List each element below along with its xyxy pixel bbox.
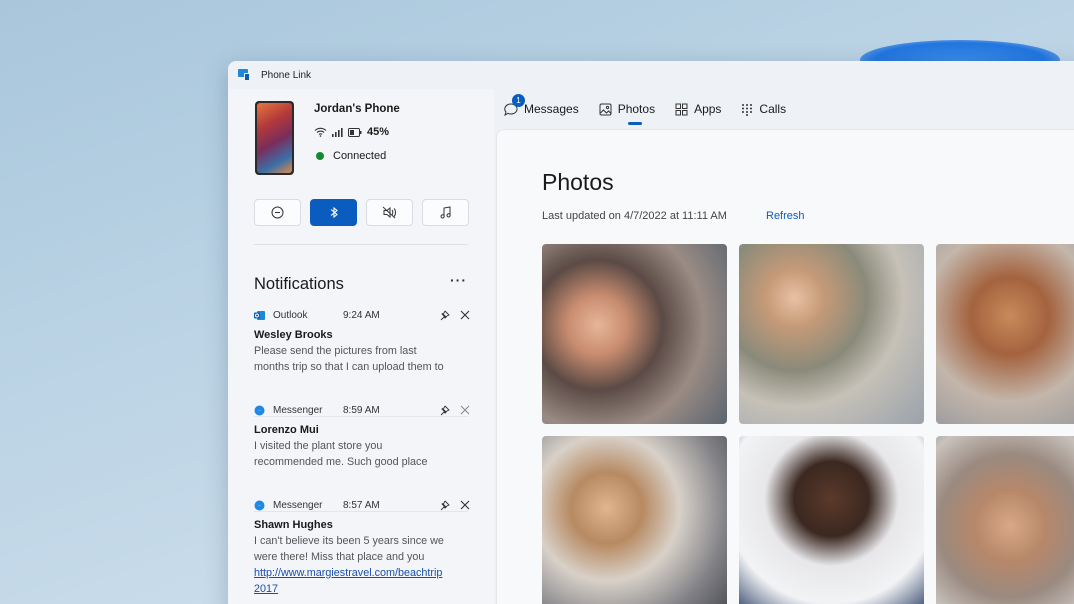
minus-circle-icon bbox=[271, 206, 284, 219]
notification-body: I visited the plant store you recommende… bbox=[254, 440, 428, 468]
battery-percent: 45% bbox=[367, 126, 390, 138]
battery-icon bbox=[348, 127, 362, 137]
tab-label: Photos bbox=[617, 102, 656, 116]
tab-label: Messages bbox=[524, 102, 579, 116]
pin-icon[interactable] bbox=[439, 310, 450, 321]
do-not-disturb-button[interactable] bbox=[254, 199, 301, 226]
divider bbox=[254, 244, 468, 245]
last-updated-text: Last updated on 4/7/2022 at 11:11 AM bbox=[542, 210, 727, 222]
tab-calls[interactable]: Calls bbox=[741, 89, 786, 129]
notification-app-name: Messenger bbox=[273, 499, 323, 511]
notifications-more-button[interactable]: ··· bbox=[450, 272, 467, 288]
phone-link-window: Phone Link Jordan's Phone 45% Connected bbox=[228, 61, 1074, 604]
bluetooth-icon bbox=[330, 206, 338, 219]
media-button[interactable] bbox=[422, 199, 469, 226]
photo-thumbnail[interactable] bbox=[739, 436, 924, 604]
speaker-muted-icon bbox=[382, 206, 396, 219]
title-bar: Phone Link bbox=[228, 61, 1074, 89]
notification-time: 8:59 AM bbox=[343, 404, 380, 416]
phone-signal-status: 45% bbox=[314, 126, 389, 138]
dialpad-icon bbox=[742, 103, 753, 116]
music-note-icon bbox=[440, 206, 451, 219]
notification-link[interactable]: 2017 bbox=[254, 581, 470, 597]
connection-status-label: Connected bbox=[333, 150, 387, 162]
notification-app-name: Outlook bbox=[273, 309, 308, 321]
messenger-icon bbox=[254, 405, 265, 415]
photos-content: Photos Last updated on 4/7/2022 at 11:11… bbox=[496, 129, 1074, 604]
bluetooth-button[interactable] bbox=[310, 199, 357, 226]
page-title: Photos bbox=[542, 169, 614, 195]
phone-wallpaper-thumbnail bbox=[255, 101, 294, 175]
close-icon[interactable] bbox=[460, 405, 470, 415]
window-title: Phone Link bbox=[261, 69, 312, 81]
tab-messages[interactable]: 1 Messages bbox=[504, 89, 579, 129]
notification-link[interactable]: http://www.margiestravel.com/beachtrip bbox=[254, 565, 470, 581]
connection-status: Connected bbox=[316, 150, 386, 162]
photo-thumbnail[interactable] bbox=[542, 436, 727, 604]
phone-name: Jordan's Phone bbox=[314, 103, 400, 115]
messages-badge: 1 bbox=[512, 94, 525, 107]
image-icon bbox=[599, 103, 612, 115]
notification-sender: Lorenzo Mui bbox=[254, 424, 319, 436]
notifications-heading: Notifications bbox=[254, 275, 344, 293]
notification-app-name: Messenger bbox=[273, 404, 323, 416]
pin-icon[interactable] bbox=[439, 405, 450, 416]
connected-dot-icon bbox=[316, 152, 324, 160]
photo-thumbnail[interactable] bbox=[936, 436, 1074, 604]
notification-sender: Shawn Hughes bbox=[254, 519, 333, 531]
close-icon[interactable] bbox=[460, 500, 470, 510]
notification-time: 8:57 AM bbox=[343, 499, 380, 511]
quick-actions bbox=[254, 199, 469, 226]
tab-label: Apps bbox=[694, 102, 722, 116]
photo-thumbnail[interactable] bbox=[542, 244, 727, 424]
notification-item[interactable]: Messenger 8:57 AM Shawn Hughes I can't b… bbox=[254, 498, 470, 597]
notification-body: I can't believe its been 5 years since w… bbox=[254, 533, 470, 597]
messenger-icon bbox=[254, 500, 265, 510]
outlook-icon bbox=[254, 310, 265, 320]
phone-link-app-icon bbox=[238, 69, 251, 81]
apps-grid-icon bbox=[675, 103, 688, 115]
selected-tab-indicator bbox=[627, 122, 642, 125]
tab-photos[interactable]: Photos bbox=[599, 89, 655, 129]
audio-mute-button[interactable] bbox=[366, 199, 413, 226]
tab-bar: 1 Messages Photos Apps Calls bbox=[504, 89, 806, 129]
pin-icon[interactable] bbox=[439, 500, 450, 511]
tab-apps[interactable]: Apps bbox=[675, 89, 721, 129]
notification-sender: Wesley Brooks bbox=[254, 329, 333, 341]
tab-label: Calls bbox=[759, 102, 787, 116]
notification-item[interactable]: Outlook 9:24 AM Wesley Brooks Please sen… bbox=[254, 308, 470, 375]
left-pane: Jordan's Phone 45% Connected Notificatio… bbox=[228, 89, 494, 604]
photo-thumbnail[interactable] bbox=[936, 244, 1074, 424]
refresh-link[interactable]: Refresh bbox=[766, 210, 805, 222]
notification-item[interactable]: Messenger 8:59 AM Lorenzo Mui I visited … bbox=[254, 403, 470, 470]
cellular-signal-icon bbox=[332, 127, 343, 137]
photo-thumbnail[interactable] bbox=[739, 244, 924, 424]
notification-body: Please send the pictures from last month… bbox=[254, 345, 444, 373]
notification-time: 9:24 AM bbox=[343, 309, 380, 321]
wifi-icon bbox=[314, 127, 327, 137]
close-icon[interactable] bbox=[460, 310, 470, 320]
